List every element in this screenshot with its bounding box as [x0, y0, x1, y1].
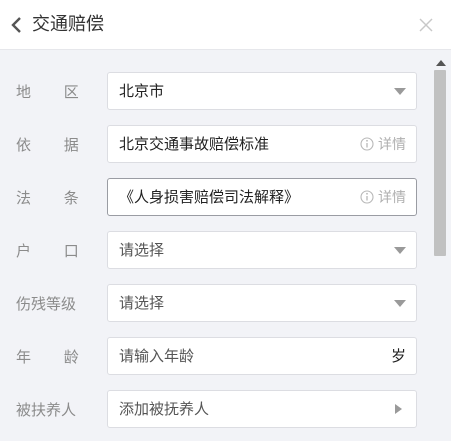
- basis-field[interactable]: 北京交通事故赔偿标准 详情: [107, 125, 417, 163]
- caret-right-icon: [395, 404, 402, 414]
- scrollbar-thumb[interactable]: [434, 70, 446, 256]
- disability-label: 伤残等级: [16, 295, 77, 313]
- detail-label: 详情: [378, 137, 406, 153]
- household-row: 户 口 请选择: [0, 231, 430, 271]
- law-field[interactable]: 《人身损害赔偿司法解释》 详情: [107, 178, 417, 216]
- add-dependents-button[interactable]: 添加被抚养人: [107, 390, 417, 428]
- header-bar: 交通赔偿: [0, 0, 451, 50]
- caret-down-icon: [394, 88, 406, 95]
- age-label: 年 龄: [16, 348, 93, 366]
- caret-down-icon: [394, 247, 406, 254]
- basis-label: 依 据: [16, 136, 93, 154]
- detail-label: 详情: [378, 190, 406, 206]
- basis-detail-link[interactable]: 详情: [360, 126, 406, 162]
- law-detail-link[interactable]: 详情: [360, 179, 406, 215]
- basis-row: 依 据 北京交通事故赔偿标准 详情: [0, 125, 430, 165]
- age-row: 年 龄 请输入年龄 岁: [0, 337, 430, 377]
- caret-down-icon: [394, 300, 406, 307]
- basis-value: 北京交通事故赔偿标准: [119, 135, 270, 153]
- law-row: 法 条 《人身损害赔偿司法解释》 详情: [0, 178, 430, 218]
- disability-placeholder: 请选择: [119, 294, 165, 312]
- region-label: 地 区: [16, 83, 93, 101]
- household-select[interactable]: 请选择: [107, 231, 417, 269]
- region-select[interactable]: 北京市: [107, 72, 417, 110]
- region-row: 地 区 北京市: [0, 72, 430, 112]
- law-label: 法 条: [16, 189, 93, 207]
- back-chevron-icon[interactable]: [10, 16, 24, 34]
- region-value: 北京市: [119, 82, 165, 100]
- dependents-label: 被扶养人: [16, 401, 77, 419]
- law-value: 《人身损害赔偿司法解释》: [119, 188, 300, 206]
- disability-row: 伤残等级 请选择: [0, 284, 430, 324]
- household-label: 户 口: [16, 242, 93, 260]
- info-icon: [360, 190, 374, 204]
- disability-select[interactable]: 请选择: [107, 284, 417, 322]
- household-placeholder: 请选择: [119, 241, 165, 259]
- scroll-up-arrow-icon[interactable]: [436, 60, 446, 66]
- age-input[interactable]: 请输入年龄 岁: [107, 337, 417, 375]
- info-icon: [360, 137, 374, 151]
- dependents-row: 被扶养人 添加被抚养人: [0, 390, 430, 430]
- dependents-placeholder: 添加被抚养人: [119, 400, 210, 418]
- age-placeholder: 请输入年龄: [119, 347, 195, 365]
- page-title: 交通赔偿: [32, 14, 104, 35]
- age-unit: 岁: [390, 347, 406, 365]
- close-icon[interactable]: [419, 18, 433, 32]
